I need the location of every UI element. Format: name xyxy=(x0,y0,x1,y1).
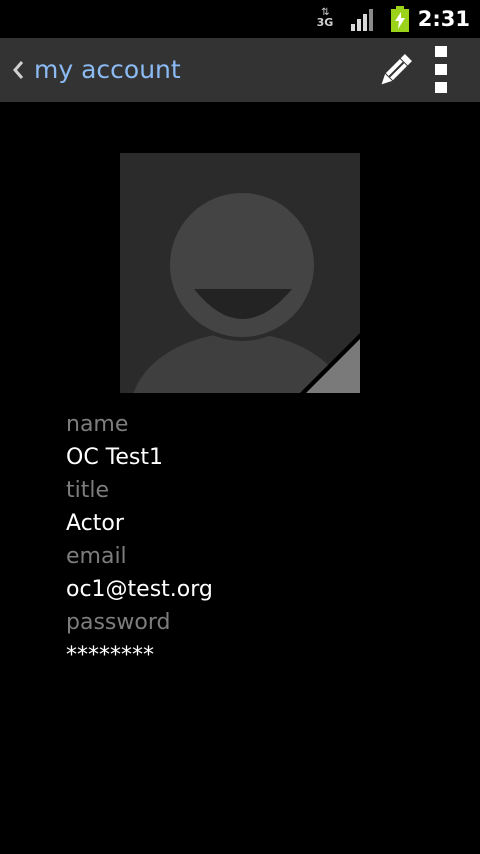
back-button[interactable]: my account xyxy=(10,38,181,102)
overflow-menu-button[interactable] xyxy=(428,42,456,96)
status-clock: 2:31 xyxy=(417,7,470,31)
data-3g-icon: ⇅ 3G xyxy=(314,8,336,32)
name-value: OC Test1 xyxy=(66,445,163,470)
title-value: Actor xyxy=(66,511,124,536)
default-user-avatar-icon xyxy=(120,153,360,393)
edit-button[interactable] xyxy=(374,50,416,92)
page-title: my account xyxy=(34,55,181,84)
battery-charging-icon xyxy=(391,6,409,32)
avatar[interactable] xyxy=(120,153,360,393)
pencil-icon xyxy=(381,54,412,85)
network-type: 3G xyxy=(316,16,334,29)
title-label: title xyxy=(66,478,110,503)
name-label: name xyxy=(66,412,129,437)
status-bar: ⇅ 3G 2:31 xyxy=(0,0,480,38)
action-bar: my account xyxy=(0,38,480,102)
email-value: oc1@test.org xyxy=(66,577,213,602)
signal-strength-icon xyxy=(351,9,373,31)
email-label: email xyxy=(66,544,127,569)
back-chevron-icon xyxy=(13,61,24,79)
password-value: ******** xyxy=(66,643,154,668)
password-label: password xyxy=(66,610,171,635)
profile-fields: name OC Test1 title Actor email oc1@test… xyxy=(66,408,446,672)
